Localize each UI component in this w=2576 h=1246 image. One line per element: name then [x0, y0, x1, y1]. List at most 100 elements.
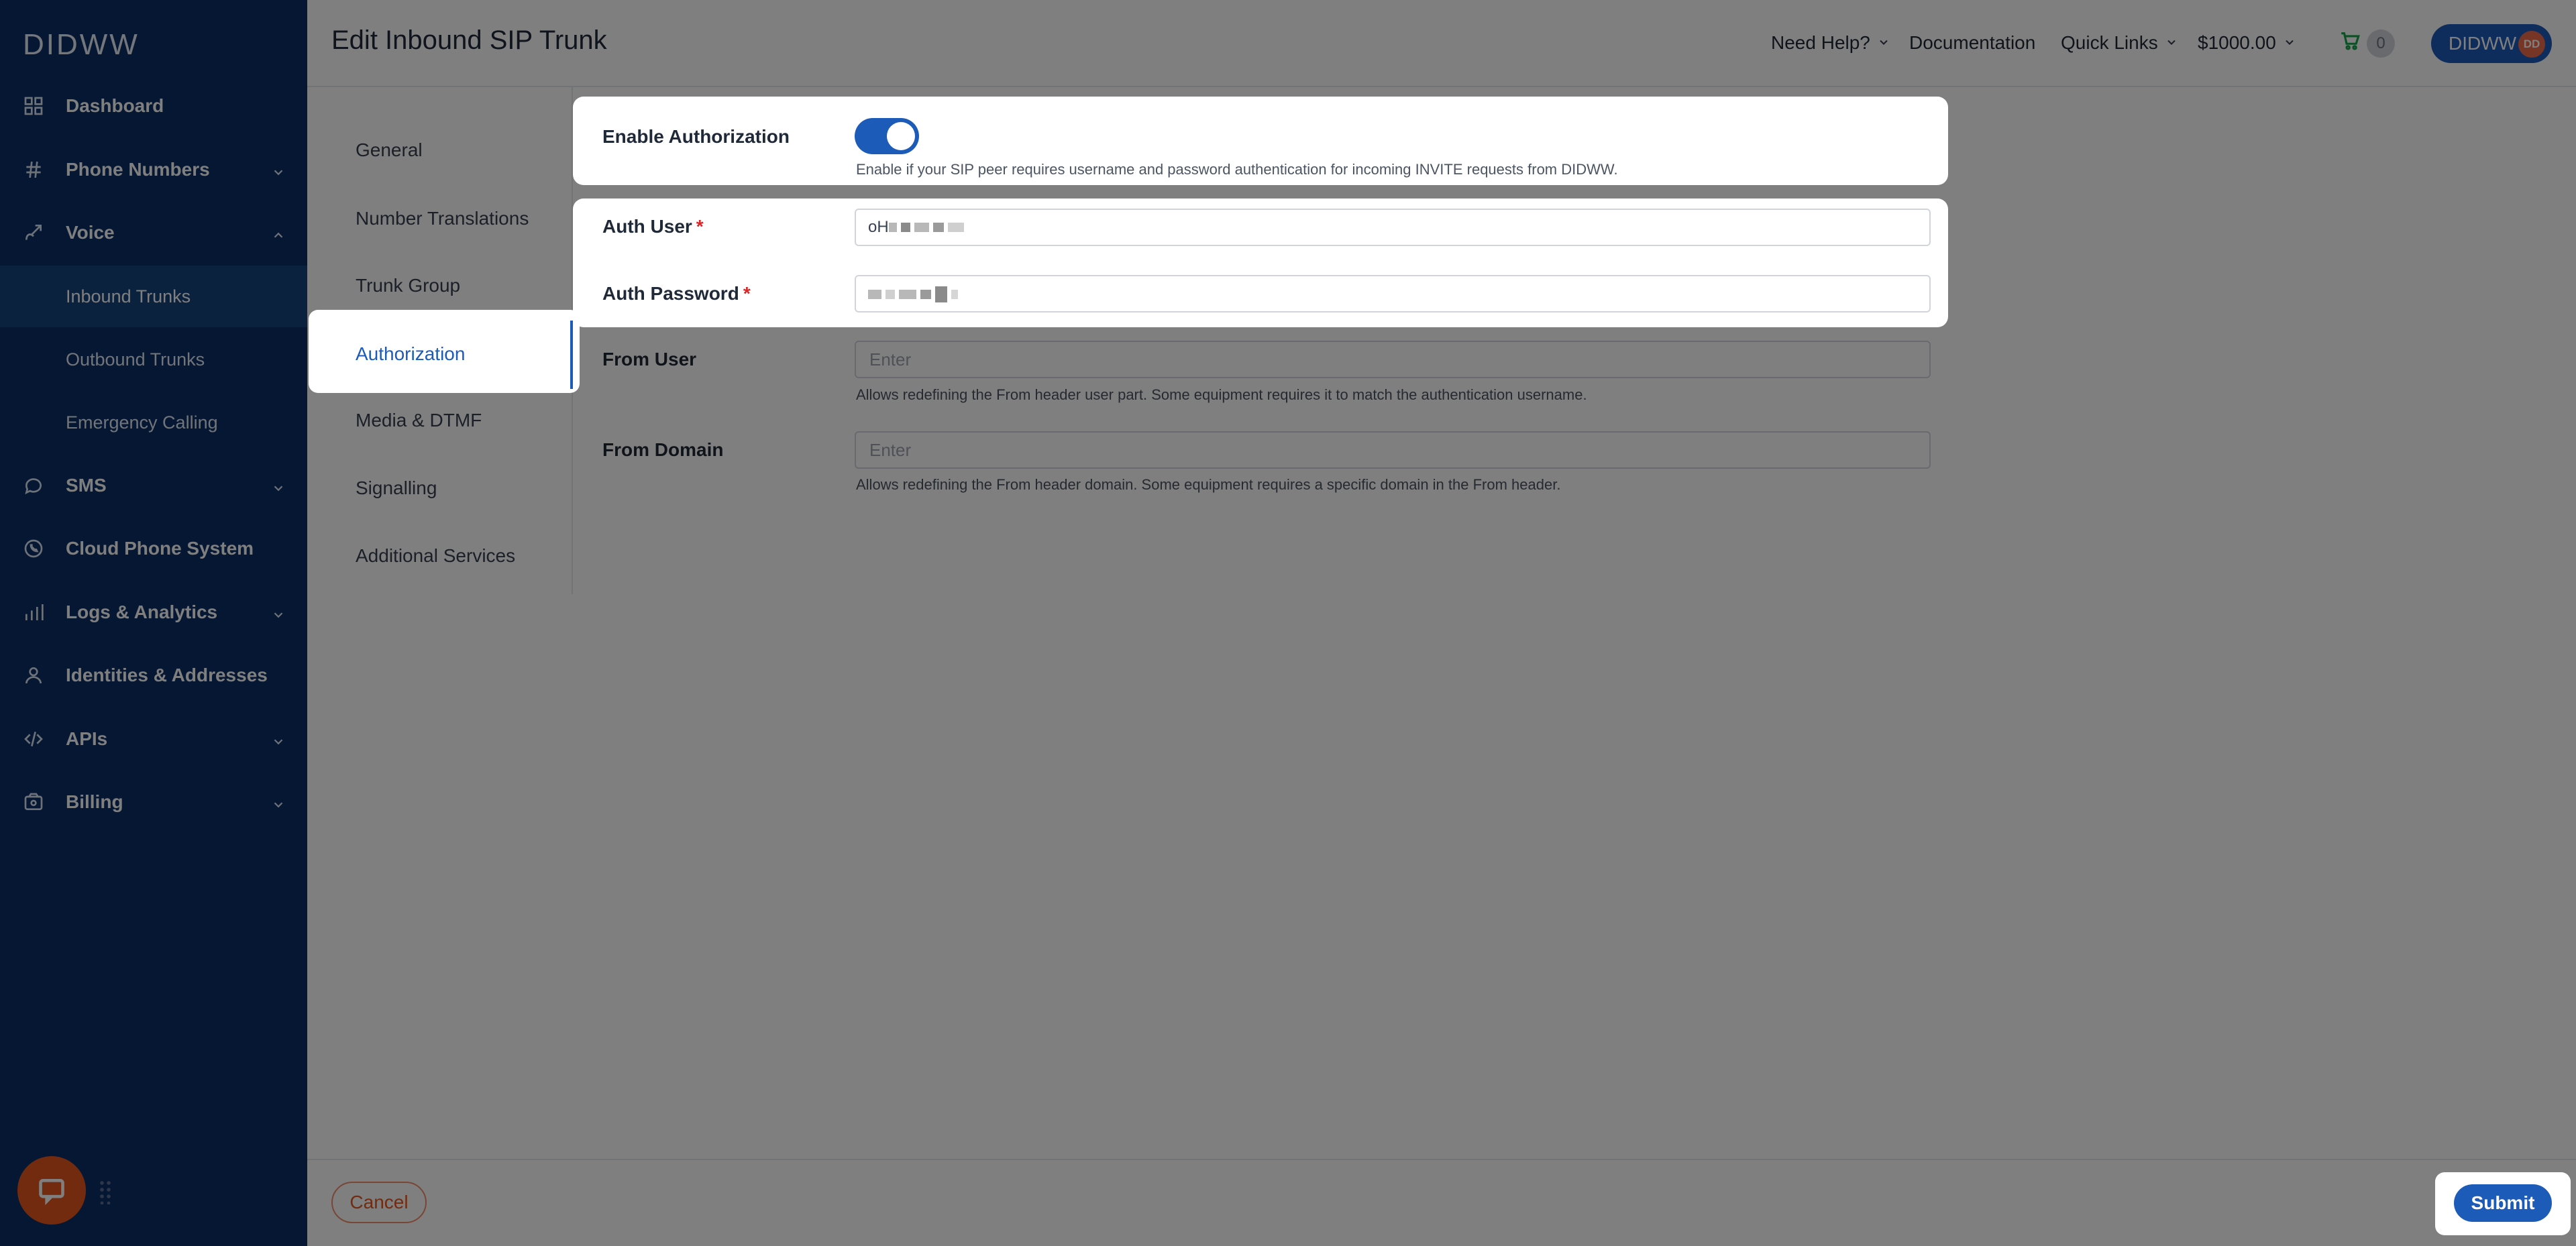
chevron-down-icon — [1877, 32, 1890, 54]
chevron-down-icon — [2283, 32, 2296, 54]
page-title: Edit Inbound SIP Trunk — [331, 25, 607, 55]
auth-user-label-text: Auth User — [602, 216, 692, 237]
sidebar-item-logs-analytics[interactable]: Logs & Analytics — [0, 582, 307, 642]
sidebar-subitem-emergency-calling[interactable]: Emergency Calling — [0, 392, 307, 453]
chevron-down-icon — [271, 479, 284, 492]
sidebar-item-label: Voice — [66, 222, 115, 243]
sidebar-item-label: SMS — [66, 475, 107, 496]
chevron-down-icon — [271, 795, 284, 809]
cancel-button[interactable]: Cancel — [331, 1182, 427, 1223]
redaction-block — [932, 223, 944, 232]
redaction-block — [951, 290, 958, 299]
auth-user-value-prefix: oH — [868, 218, 889, 236]
footer-divider — [307, 1159, 2576, 1160]
from-domain-input[interactable] — [855, 431, 1931, 469]
cart-icon[interactable] — [2339, 30, 2361, 52]
tab-general[interactable]: General — [307, 117, 578, 184]
user-icon — [21, 663, 46, 687]
sidebar-subitem-inbound-trunks[interactable]: Inbound Trunks — [0, 266, 307, 327]
sidebar-item-apis[interactable]: APIs — [0, 709, 307, 769]
sidebar-item-label: Dashboard — [66, 95, 164, 116]
redaction-block — [868, 290, 881, 299]
from-user-input[interactable] — [855, 341, 1931, 378]
sidebar-item-billing[interactable]: Billing — [0, 772, 307, 832]
required-mark: * — [743, 283, 751, 304]
balance-value: $1000.00 — [2198, 32, 2276, 53]
redaction-block — [947, 223, 964, 232]
from-user-help: Allows redefining the From header user p… — [856, 386, 1587, 403]
chat-icon — [39, 1179, 64, 1205]
sidebar: DIDWW Dashboard Phone Numbers Voice Inbo… — [0, 0, 307, 1246]
avatar: DD — [2518, 31, 2545, 58]
auth-user-masked-value: oH — [868, 217, 968, 237]
submit-button[interactable]: Submit — [2454, 1184, 2552, 1222]
header-divider — [307, 86, 2576, 87]
tab-number-translations[interactable]: Number Translations — [307, 185, 578, 252]
active-tab-indicator — [570, 321, 573, 389]
documentation-label: Documentation — [1909, 32, 2036, 53]
chevron-down-icon — [271, 606, 284, 619]
drag-handle-icon[interactable] — [99, 1180, 111, 1205]
quick-links-dropdown[interactable]: Quick Links — [2061, 32, 2178, 54]
toggle-knob — [887, 122, 915, 150]
sidebar-item-dashboard[interactable]: Dashboard — [0, 76, 307, 136]
sidebar-item-label: APIs — [66, 728, 108, 749]
message-icon — [21, 473, 46, 498]
account-menu-button[interactable]: DIDWW DD — [2431, 24, 2552, 63]
redaction-block — [935, 286, 947, 302]
required-mark: * — [696, 216, 704, 237]
chevron-down-icon — [271, 163, 284, 176]
balance-dropdown[interactable]: $1000.00 — [2198, 32, 2296, 54]
sidebar-item-voice[interactable]: Voice — [0, 203, 307, 263]
sidebar-item-sms[interactable]: SMS — [0, 455, 307, 516]
enable-authorization-help: Enable if your SIP peer requires usernam… — [856, 161, 1618, 178]
tab-trunk-group[interactable]: Trunk Group — [307, 252, 578, 319]
from-domain-label: From Domain — [602, 439, 724, 460]
auth-user-input[interactable] — [855, 209, 1931, 246]
auth-password-label: Auth Password * — [602, 283, 751, 304]
code-icon — [21, 727, 46, 751]
redaction-block — [900, 223, 910, 232]
tab-media-dtmf[interactable]: Media & DTMF — [307, 387, 578, 454]
quick-links-label: Quick Links — [2061, 32, 2158, 53]
sidebar-item-label: Billing — [66, 791, 123, 812]
app-logo[interactable]: DIDWW — [23, 28, 140, 62]
tab-signalling[interactable]: Signalling — [307, 455, 578, 522]
from-domain-help: Allows redefining the From header domain… — [856, 476, 1561, 493]
chevron-down-icon — [271, 732, 284, 746]
chat-widget-button[interactable] — [17, 1156, 86, 1225]
account-name: DIDWW — [2449, 33, 2517, 54]
documentation-link[interactable]: Documentation — [1909, 32, 2035, 54]
hash-icon — [21, 158, 46, 182]
chevron-up-icon — [271, 226, 284, 239]
redaction-block — [899, 290, 916, 299]
cart-count-badge: 0 — [2367, 30, 2395, 58]
enable-authorization-label: Enable Authorization — [602, 126, 790, 147]
redaction-block — [885, 290, 895, 299]
auth-user-label: Auth User * — [602, 216, 704, 237]
sidebar-item-label: Logs & Analytics — [66, 602, 218, 622]
enable-authorization-toggle[interactable] — [855, 118, 919, 154]
from-user-label: From User — [602, 349, 697, 370]
bar-chart-icon — [21, 600, 46, 624]
sidebar-item-cloud-phone-system[interactable]: Cloud Phone System — [0, 518, 307, 579]
redaction-block — [914, 223, 929, 232]
grid-icon — [21, 94, 46, 118]
sidebar-subitem-outbound-trunks[interactable]: Outbound Trunks — [0, 329, 307, 390]
auth-password-masked-value — [868, 284, 962, 304]
redaction-block — [920, 290, 931, 299]
chevron-down-icon — [2165, 32, 2178, 54]
need-help-dropdown[interactable]: Need Help? — [1771, 32, 1890, 54]
sidebar-item-phone-numbers[interactable]: Phone Numbers — [0, 139, 307, 200]
phone-circle-icon — [21, 536, 46, 561]
sidebar-item-label: Identities & Addresses — [66, 665, 268, 685]
wallet-icon — [21, 790, 46, 814]
tab-additional-services[interactable]: Additional Services — [307, 522, 578, 589]
need-help-label: Need Help? — [1771, 32, 1870, 53]
tab-authorization[interactable]: Authorization — [307, 321, 578, 388]
sidebar-item-label: Phone Numbers — [66, 159, 210, 180]
sidebar-item-identities-addresses[interactable]: Identities & Addresses — [0, 645, 307, 705]
call-forward-icon — [21, 221, 46, 245]
auth-password-input[interactable] — [855, 275, 1931, 313]
redaction-block — [888, 223, 897, 232]
